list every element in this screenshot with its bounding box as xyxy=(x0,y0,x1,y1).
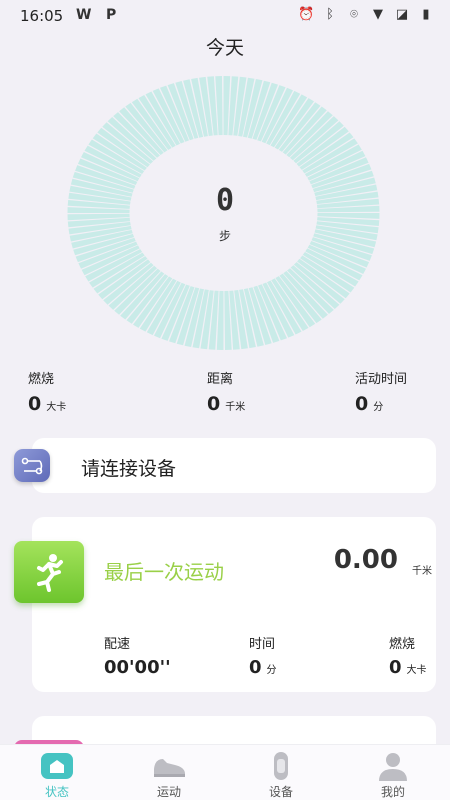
last-exercise-distance: 0.00 xyxy=(333,545,398,575)
stat-active-time-unit: 分 xyxy=(373,402,384,413)
bluetooth-icon: ᛒ xyxy=(326,7,334,22)
exercise-pace-label: 配速 xyxy=(104,637,131,652)
sneaker-icon xyxy=(154,759,185,777)
tab-device[interactable]: 设备 xyxy=(241,745,321,800)
exercise-burn-value-row: 0 大卡 xyxy=(389,657,427,678)
stat-active-time-label: 活动时间 xyxy=(355,372,408,387)
running-icon xyxy=(14,541,84,603)
stat-burn-value: 0 xyxy=(28,393,42,415)
no-signal-icon: ◪ xyxy=(395,7,409,22)
app-notification-w-icon: W xyxy=(76,7,92,23)
exercise-time-unit: 分 xyxy=(266,665,277,676)
status-icons: ⏰ ᛒ ⌾ ▼ ◪ ▮ xyxy=(298,7,434,22)
stat-burn-unit: 大卡 xyxy=(46,402,67,413)
bottom-tab-bar: 状态 运动 设备 我的 xyxy=(0,744,450,800)
connect-device-label: 请连接设备 xyxy=(81,458,177,480)
exercise-burn-unit: 大卡 xyxy=(406,665,427,676)
wifi-icon: ▼ xyxy=(373,7,383,22)
stat-active-time-value: 0 xyxy=(355,393,369,415)
band-icon xyxy=(274,752,288,780)
exercise-pace-value: 00'00'' xyxy=(104,657,171,678)
exercise-time-value: 0 xyxy=(249,657,262,678)
stat-burn-value-row: 0 大卡 xyxy=(28,393,66,415)
stat-distance-label: 距离 xyxy=(207,372,234,387)
tab-profile-label: 我的 xyxy=(380,785,405,799)
exercise-time: 时间 0分 xyxy=(249,633,277,678)
exercise-burn-label: 燃烧 xyxy=(389,637,416,652)
status-bar: 16:05 W P ⏰ ᛒ ⌾ ▼ ◪ ▮ xyxy=(0,0,450,32)
stat-burn: 燃烧 0 大卡 xyxy=(28,368,66,415)
tab-status[interactable]: 状态 xyxy=(17,745,97,800)
last-exercise-title: 最后一次运动 xyxy=(104,560,224,584)
stat-active-time: 活动时间 0分 xyxy=(355,368,407,415)
tab-exercise[interactable]: 运动 xyxy=(129,745,209,800)
alarm-icon: ⏰ xyxy=(298,7,315,22)
step-unit: 步 xyxy=(218,229,231,243)
last-exercise-distance-unit: 千米 xyxy=(412,566,432,577)
battery-icon: ▮ xyxy=(422,7,430,22)
stat-distance-value-row: 0 千米 xyxy=(207,393,245,415)
exercise-burn-value: 0 xyxy=(389,657,402,678)
exercise-time-value-row: 0分 xyxy=(249,657,277,678)
exercise-pace: 配速 00'00'' xyxy=(104,633,171,678)
location-icon: ⌾ xyxy=(350,7,358,22)
stat-distance: 距离 0 千米 xyxy=(207,368,245,415)
app-notification-p-icon: P xyxy=(106,7,117,23)
stat-distance-unit: 千米 xyxy=(225,402,246,413)
tab-device-label: 设备 xyxy=(268,785,293,799)
exercise-burn: 燃烧 0 大卡 xyxy=(389,633,427,678)
stat-distance-value: 0 xyxy=(207,393,221,415)
step-count: 0 xyxy=(215,183,235,218)
tab-exercise-label: 运动 xyxy=(156,785,181,799)
tab-status-label: 状态 xyxy=(44,785,69,799)
stat-burn-label: 燃烧 xyxy=(28,372,55,387)
exercise-time-label: 时间 xyxy=(249,637,276,652)
connect-device-icon xyxy=(14,449,50,482)
home-icon xyxy=(41,753,73,779)
stat-active-time-value-row: 0分 xyxy=(355,393,407,415)
page-title: 今天 xyxy=(205,37,244,59)
last-exercise-card[interactable] xyxy=(32,517,436,692)
person-icon xyxy=(379,753,407,781)
tab-profile[interactable]: 我的 xyxy=(353,745,433,800)
status-time: 16:05 xyxy=(20,7,64,25)
